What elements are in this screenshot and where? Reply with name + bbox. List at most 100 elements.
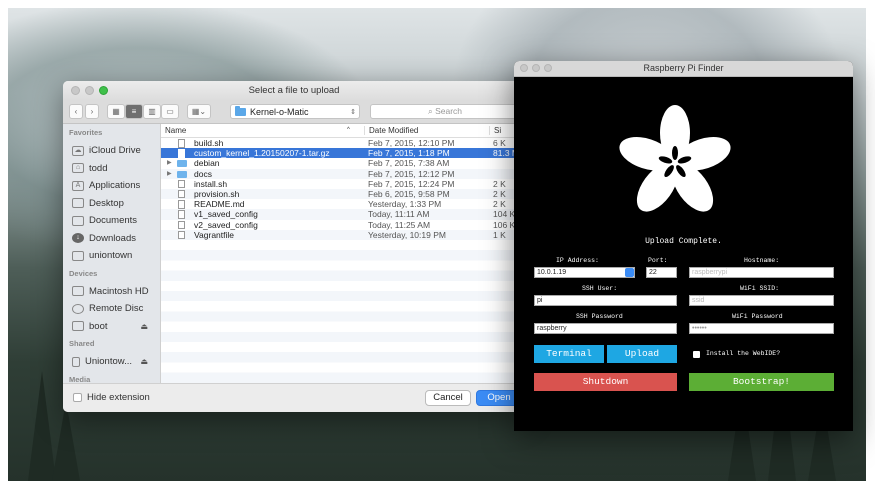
ssh-user-field[interactable]: pi bbox=[534, 295, 677, 306]
coverflow-view-button[interactable]: ▭ bbox=[161, 104, 179, 119]
file-date: Feb 6, 2015, 9:58 PM bbox=[368, 188, 450, 199]
table-row[interactable]: Vagrantfile Yesterday, 10:19 PM 1 K bbox=[161, 229, 525, 240]
table-row[interactable]: v1_saved_config Today, 11:11 AM 104 K bbox=[161, 209, 525, 220]
search-input[interactable]: ⌕ Search bbox=[370, 104, 520, 119]
file-name: debian bbox=[194, 158, 220, 169]
webide-checkbox[interactable] bbox=[693, 351, 700, 358]
sidebar-item-documents[interactable]: Documents bbox=[63, 212, 160, 230]
ssh-password-field[interactable]: raspberry bbox=[534, 323, 677, 334]
wifi-ssid-label: WiFi SSID: bbox=[740, 285, 780, 292]
applications-icon: A bbox=[72, 180, 84, 191]
port-label: Port: bbox=[648, 257, 668, 264]
file-date: Feb 7, 2015, 12:12 PM bbox=[368, 168, 455, 179]
table-row[interactable]: ▶ docs Feb 7, 2015, 12:12 PM bbox=[161, 168, 525, 179]
sidebar-item-label: Documents bbox=[89, 215, 138, 227]
document-icon bbox=[178, 230, 185, 240]
sidebar-section-devices: Devices bbox=[69, 268, 98, 278]
disclosure-triangle-icon[interactable]: ▶ bbox=[167, 169, 172, 179]
sidebar-item-uniontown-share[interactable]: Uniontow... ⏏ bbox=[63, 353, 160, 371]
disclosure-triangle-icon[interactable]: ▶ bbox=[167, 158, 172, 168]
ip-address-select[interactable]: 10.0.1.19 bbox=[534, 267, 635, 278]
ip-address-value: 10.0.1.19 bbox=[537, 269, 567, 276]
rpi-window-title: Raspberry Pi Finder bbox=[643, 63, 724, 73]
sidebar-item-remote-disc[interactable]: Remote Disc bbox=[63, 300, 160, 318]
drive-icon bbox=[72, 321, 84, 332]
sidebar-item-label: Desktop bbox=[89, 197, 124, 209]
table-row[interactable]: install.sh Feb 7, 2015, 12:24 PM 2 K bbox=[161, 179, 525, 189]
file-date: Yesterday, 1:33 PM bbox=[368, 199, 442, 210]
name-column-header[interactable]: Name bbox=[165, 126, 186, 135]
dialog-titlebar: Select a file to upload bbox=[63, 81, 525, 101]
hide-extension-label: Hide extension bbox=[87, 392, 150, 403]
updown-arrows-icon bbox=[625, 268, 634, 277]
hide-extension-checkbox[interactable] bbox=[73, 393, 82, 402]
ssh-user-label: SSH User: bbox=[582, 285, 618, 292]
bootstrap-button[interactable]: Bootstrap! bbox=[689, 373, 834, 391]
port-field[interactable]: 22 bbox=[646, 267, 677, 278]
wifi-ssid-field[interactable]: ssid bbox=[689, 295, 834, 306]
disk-icon bbox=[72, 286, 84, 297]
sidebar-section-favorites: Favorites bbox=[69, 128, 103, 137]
table-row[interactable]: ▶ debian Feb 7, 2015, 7:38 AM bbox=[161, 158, 525, 168]
columns-icon: ▥ bbox=[148, 107, 156, 116]
sidebar-item-boot[interactable]: boot ⏏ bbox=[63, 318, 160, 336]
sidebar-item-label: uniontown bbox=[89, 250, 133, 262]
eject-icon[interactable]: ⏏ bbox=[140, 357, 148, 366]
file-size: 104 K bbox=[493, 209, 516, 220]
sidebar-item-label: iCloud Drive bbox=[89, 145, 141, 157]
table-row[interactable]: custom_kernel_1.20150207-1.tar.gz Feb 7, … bbox=[161, 148, 525, 159]
table-row[interactable]: v2_saved_config Today, 11:25 AM 106 K bbox=[161, 220, 525, 230]
cloud-icon: ☁ bbox=[72, 145, 84, 156]
sidebar-item-uniontown[interactable]: uniontown bbox=[63, 247, 160, 265]
date-column-header[interactable]: Date Modified bbox=[364, 126, 418, 135]
document-icon bbox=[178, 200, 185, 209]
document-icon bbox=[178, 210, 185, 219]
desktop-icon bbox=[72, 198, 84, 209]
arrange-button[interactable]: ▦⌄ bbox=[187, 104, 211, 119]
file-size: 2 K bbox=[493, 178, 506, 189]
forward-button[interactable]: › bbox=[85, 104, 99, 119]
hostname-label: Hostname: bbox=[744, 257, 780, 264]
file-size: 106 K bbox=[493, 219, 516, 230]
search-icon: ⌕ bbox=[427, 106, 433, 116]
size-column-header[interactable]: Si bbox=[489, 126, 501, 135]
adafruit-flower-logo-icon bbox=[619, 105, 731, 212]
wifi-password-field[interactable]: •••••• bbox=[689, 323, 834, 334]
shutdown-button[interactable]: Shutdown bbox=[534, 373, 677, 391]
folder-icon bbox=[177, 170, 187, 178]
table-row[interactable]: build.sh Feb 7, 2015, 12:10 PM 6 K bbox=[161, 138, 525, 148]
folder-icon bbox=[177, 160, 187, 168]
remote-disc-icon bbox=[72, 303, 84, 314]
terminal-button[interactable]: Terminal bbox=[534, 345, 604, 363]
upload-status: Upload Complete. bbox=[645, 237, 722, 246]
table-row[interactable]: README.md Yesterday, 1:33 PM 2 K bbox=[161, 199, 525, 209]
cancel-button[interactable]: Cancel bbox=[425, 390, 471, 406]
sidebar-item-icloud[interactable]: ☁ iCloud Drive bbox=[63, 142, 160, 160]
sidebar-item-macintosh-hd[interactable]: Macintosh HD bbox=[63, 283, 160, 301]
back-button[interactable]: ‹ bbox=[69, 104, 83, 119]
table-row[interactable]: provision.sh Feb 6, 2015, 9:58 PM 2 K bbox=[161, 188, 525, 200]
list-view-button[interactable]: ≡ bbox=[125, 104, 143, 119]
file-date: Yesterday, 10:19 PM bbox=[368, 229, 446, 240]
column-view-button[interactable]: ▥ bbox=[143, 104, 161, 119]
sidebar-item-desktop[interactable]: Desktop bbox=[63, 195, 160, 213]
webide-label: Install the WebIDE? bbox=[706, 350, 781, 357]
folder-icon bbox=[235, 105, 246, 116]
tree-silhouette bbox=[52, 401, 80, 481]
location-popup[interactable]: Kernel-o-Matic ⇕ bbox=[230, 104, 360, 119]
sidebar-item-todd[interactable]: ⌂ todd bbox=[63, 160, 160, 178]
sidebar-item-applications[interactable]: A Applications bbox=[63, 177, 160, 195]
sort-chevron-icon: ^ bbox=[347, 127, 350, 133]
sidebar-item-downloads[interactable]: ↓ Downloads bbox=[63, 230, 160, 248]
eject-icon[interactable]: ⏏ bbox=[140, 322, 148, 331]
file-name: README.md bbox=[194, 199, 245, 210]
file-name: docs bbox=[194, 168, 212, 179]
document-icon bbox=[178, 179, 185, 189]
icon-view-button[interactable]: ▦ bbox=[107, 104, 125, 119]
file-size: 6 K bbox=[493, 138, 506, 148]
updown-arrows-icon: ⇕ bbox=[350, 108, 356, 116]
file-date: Feb 7, 2015, 1:18 PM bbox=[368, 148, 450, 159]
hostname-field[interactable]: raspberrypi bbox=[689, 267, 834, 278]
downloads-icon: ↓ bbox=[72, 233, 84, 244]
upload-button[interactable]: Upload bbox=[607, 345, 677, 363]
